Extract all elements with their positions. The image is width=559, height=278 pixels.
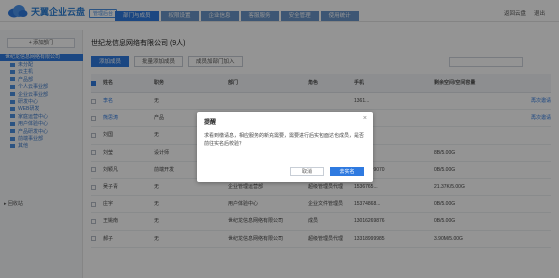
dialog-buttons: 取消 去实名	[290, 167, 364, 176]
reminder-dialog: 提醒 × 求看到缴请息，相应服务的新充需要，需要进行后实包面达也成员，是否前往实…	[197, 112, 373, 182]
cancel-button[interactable]: 取消	[290, 167, 324, 176]
dialog-title: 提醒	[204, 120, 217, 126]
verify-name-button[interactable]: 去实名	[330, 167, 364, 176]
close-icon[interactable]: ×	[363, 115, 367, 122]
dialog-message: 求看到缴请息，相应服务的新充需要，需要进行后实包面达也成员，是否前往实名后校验？	[204, 133, 365, 147]
